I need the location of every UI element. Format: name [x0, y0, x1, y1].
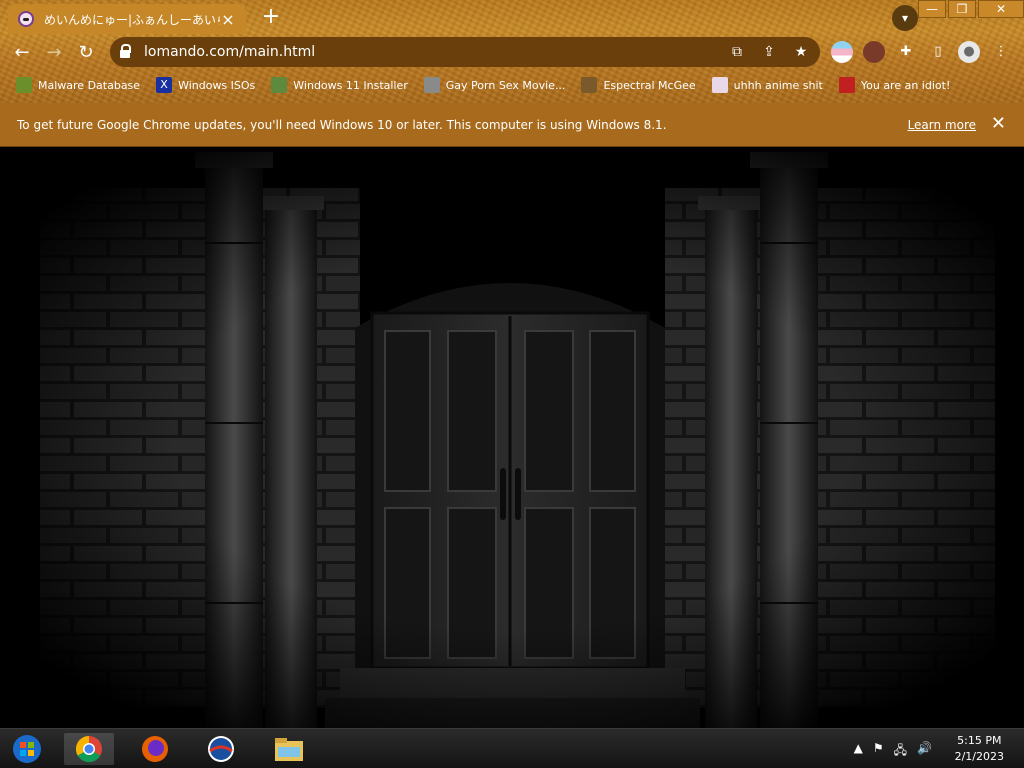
- network-icon[interactable]: 🖧: [894, 741, 907, 762]
- lock-icon[interactable]: [120, 44, 131, 58]
- tab-close-icon[interactable]: ×: [220, 10, 236, 29]
- menu-icon[interactable]: ⋮: [990, 41, 1012, 63]
- window-controls: — ❐ ✕: [916, 0, 1024, 18]
- bookmark-item[interactable]: Gay Porn Sex Movie...: [423, 77, 565, 93]
- system-tray: ▲ ⚑ 🖧 🔊: [854, 741, 932, 762]
- back-button[interactable]: ←: [8, 39, 36, 67]
- new-tab-button[interactable]: +: [258, 5, 284, 31]
- tab-favicon-icon: [18, 11, 34, 27]
- show-hidden-icons-icon[interactable]: ▲: [854, 741, 863, 762]
- extensions-puzzle-icon[interactable]: ✚: [895, 41, 917, 63]
- tab-search-button[interactable]: ▾: [892, 5, 918, 31]
- bookmark-icon: X: [156, 77, 173, 93]
- extension-flag-icon[interactable]: [831, 41, 853, 63]
- volume-icon[interactable]: 🔊: [917, 741, 932, 762]
- clock-date: 2/1/2023: [954, 750, 1004, 763]
- bookmark-item[interactable]: Espectral McGee: [581, 77, 696, 93]
- chrome-taskbar-icon[interactable]: [64, 733, 114, 765]
- extension-avatar-icon[interactable]: [863, 41, 885, 63]
- maximize-button[interactable]: ❐: [948, 0, 976, 18]
- active-tab[interactable]: めいんめにゅー|ふぁんしーあいらんど ×: [8, 4, 246, 34]
- bookmarks-bar: Malware Database X Windows ISOs Windows 1…: [0, 73, 1024, 97]
- reload-button[interactable]: ↻: [72, 39, 100, 67]
- bookmark-item[interactable]: uhhh anime shit: [711, 77, 823, 93]
- infobar-message: To get future Google Chrome updates, you…: [17, 117, 667, 132]
- action-center-flag-icon[interactable]: ⚑: [873, 741, 884, 762]
- toolbar: ← → ↻ lomando.com/main.html ⧉ ⇪ ★ ✚ ▯ ● …: [0, 35, 1024, 71]
- bookmark-icon: [423, 77, 440, 93]
- profile-icon[interactable]: ●: [958, 41, 980, 63]
- side-panel-icon[interactable]: ▯: [927, 41, 949, 63]
- firefox-taskbar-icon[interactable]: [136, 733, 174, 765]
- learn-more-link[interactable]: Learn more: [908, 118, 976, 132]
- forward-button[interactable]: →: [40, 39, 68, 67]
- infobar-close-icon[interactable]: ✕: [991, 113, 1006, 134]
- start-orb-icon[interactable]: [8, 733, 46, 765]
- tab-title: めいんめにゅー|ふぁんしーあいらんど: [44, 12, 220, 27]
- clock-time: 5:15 PM: [957, 734, 1002, 747]
- bookmark-item[interactable]: X Windows ISOs: [156, 77, 255, 93]
- taskbar: ▲ ⚑ 🖧 🔊 5:15 PM 2/1/2023: [0, 728, 1024, 768]
- bookmark-icon: [581, 77, 598, 93]
- ie-taskbar-icon[interactable]: [202, 733, 240, 765]
- translate-icon[interactable]: ⧉: [726, 41, 748, 63]
- share-icon[interactable]: ⇪: [758, 41, 780, 63]
- star-icon[interactable]: ★: [790, 41, 812, 63]
- bookmark-icon: [16, 77, 32, 93]
- window-close-button[interactable]: ✕: [978, 0, 1024, 18]
- browser-frame: めいんめにゅー|ふぁんしーあいらんど × + ▾ — ❐ ✕ ← → ↻ lom…: [0, 0, 1024, 103]
- bookmark-icon: [711, 77, 728, 93]
- bookmark-item[interactable]: Windows 11 Installer: [271, 77, 408, 93]
- doorway-scene: [0, 148, 1024, 728]
- url-text[interactable]: lomando.com/main.html: [144, 44, 315, 60]
- bookmark-item[interactable]: You are an idiot!: [838, 77, 950, 93]
- file-explorer-taskbar-icon[interactable]: [270, 733, 308, 765]
- bookmark-item[interactable]: Malware Database: [16, 77, 140, 93]
- bookmark-icon: [271, 77, 288, 93]
- page-content: [0, 148, 1024, 728]
- update-infobar: To get future Google Chrome updates, you…: [0, 103, 1024, 147]
- address-bar[interactable]: lomando.com/main.html ⧉ ⇪ ★: [110, 37, 820, 67]
- taskbar-clock[interactable]: 5:15 PM 2/1/2023: [955, 733, 1004, 765]
- bookmark-icon: [838, 77, 855, 93]
- minimize-button[interactable]: —: [918, 0, 946, 18]
